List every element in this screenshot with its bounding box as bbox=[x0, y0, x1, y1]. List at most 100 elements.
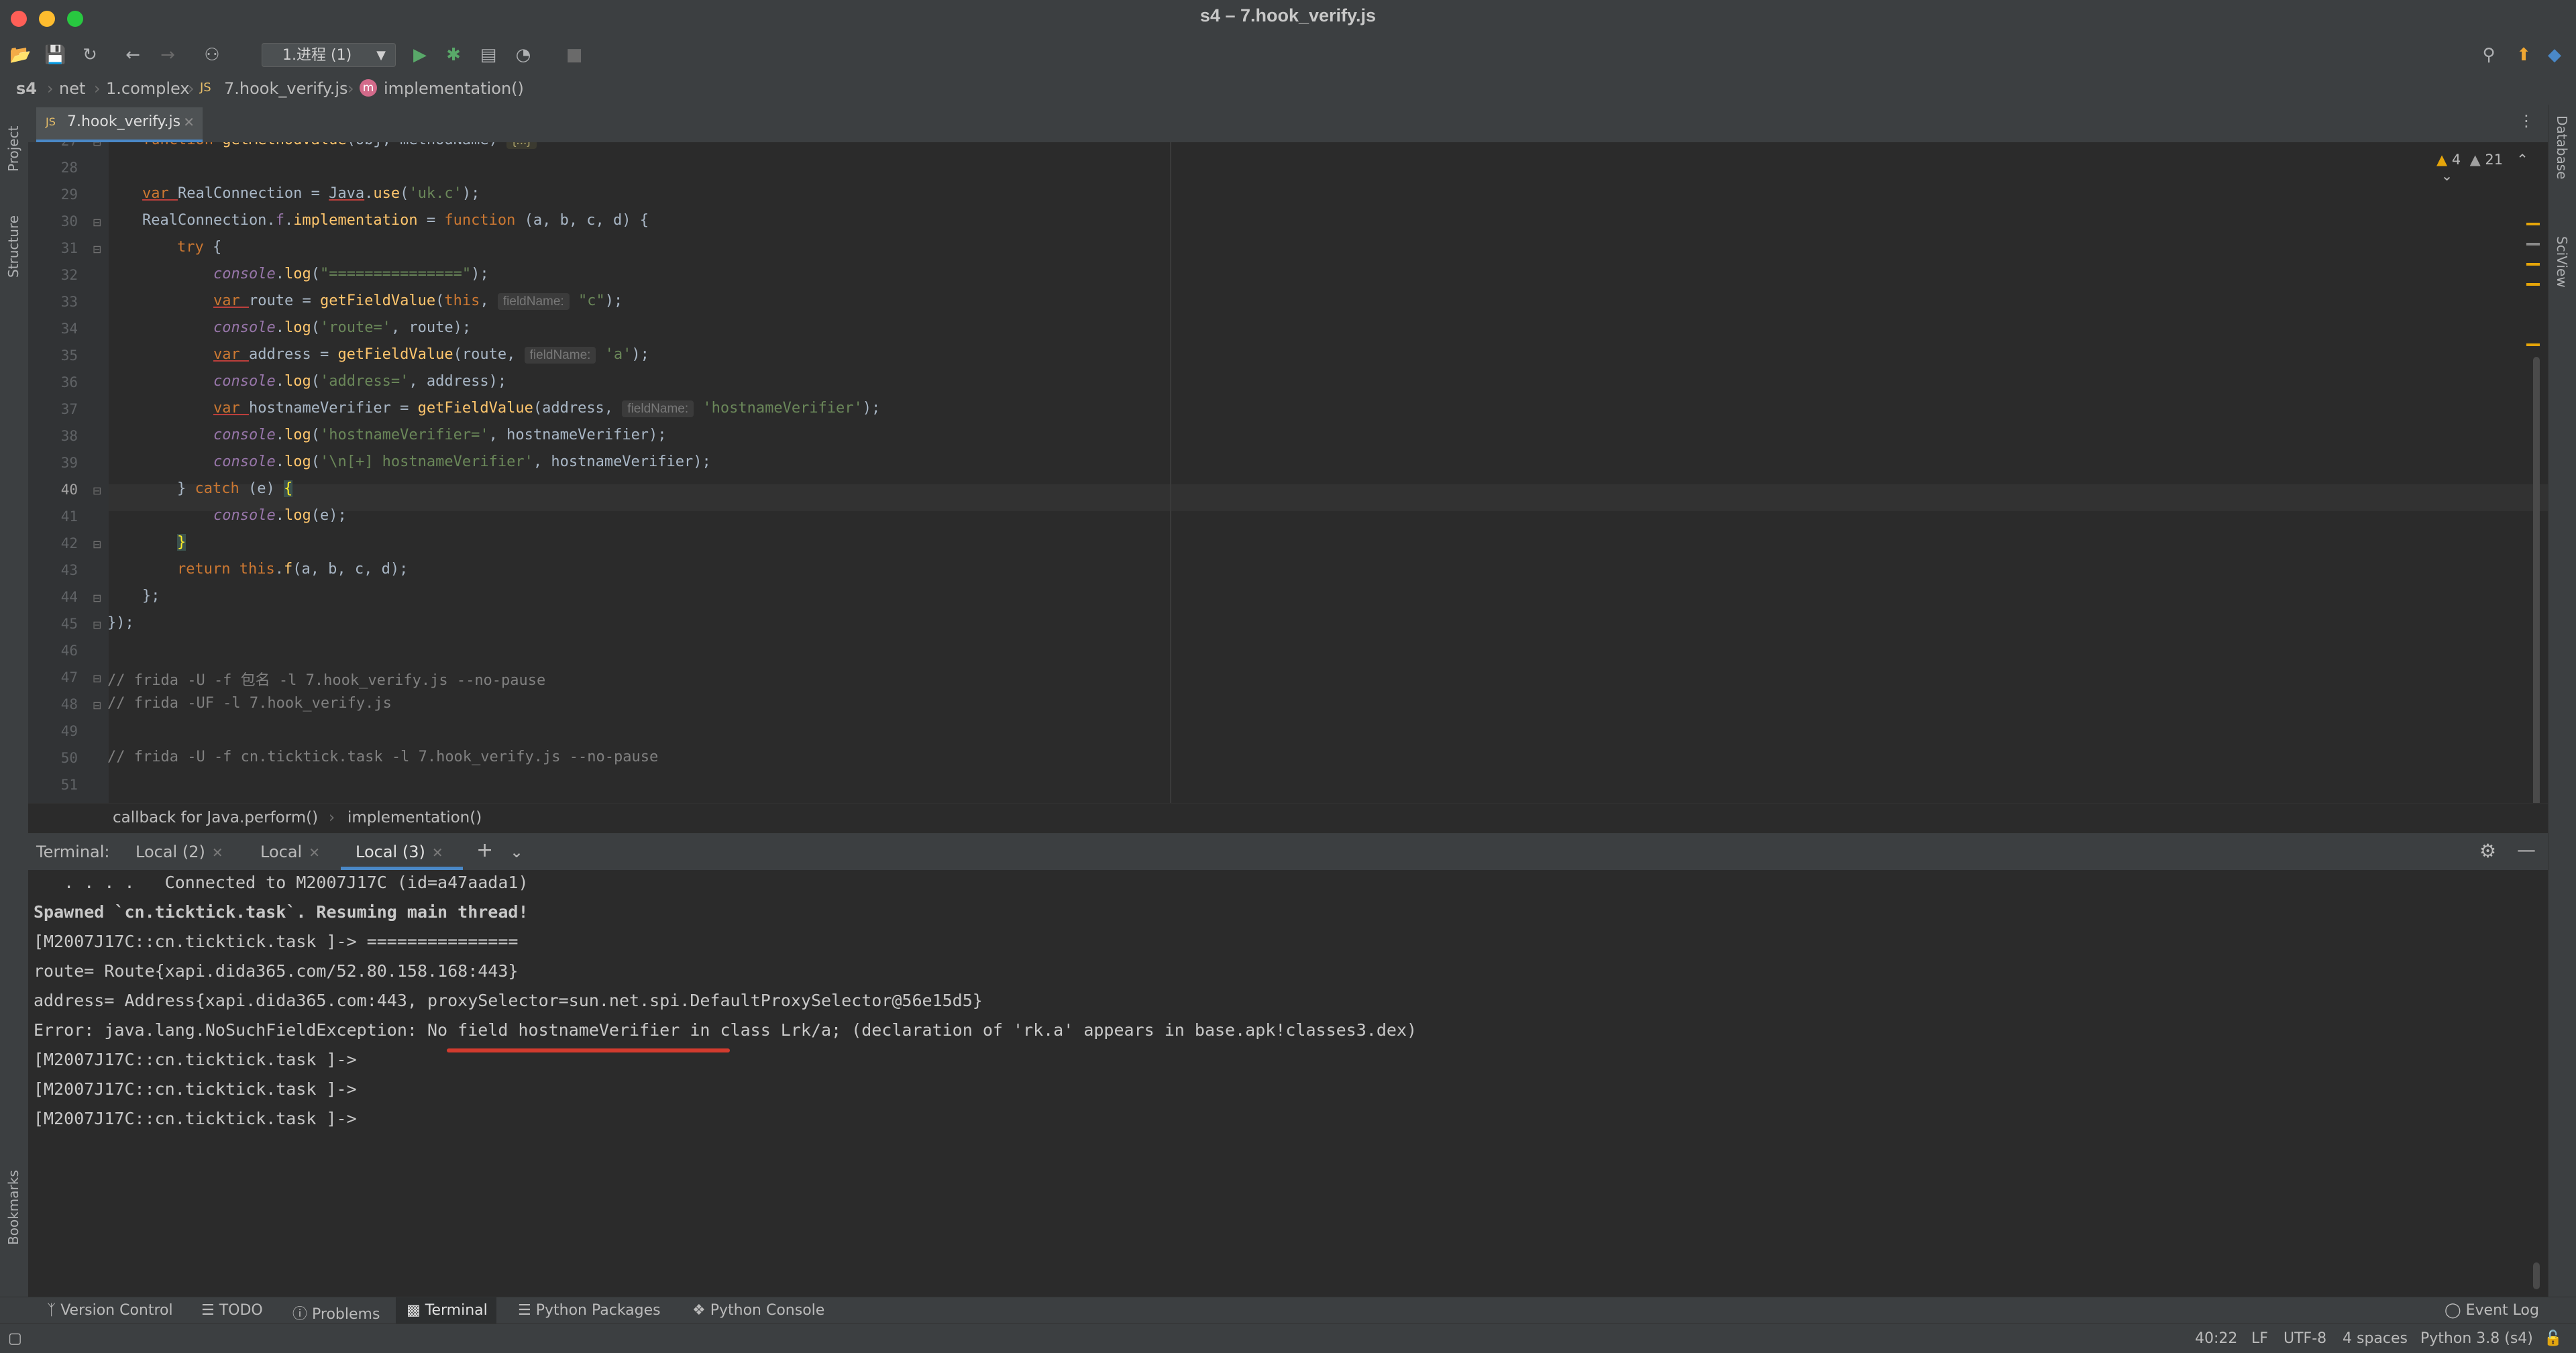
breadcrumb-project[interactable]: s4 bbox=[16, 79, 37, 98]
tool-window-label: Terminal bbox=[425, 1302, 488, 1319]
right-margin-guide bbox=[1170, 142, 1171, 803]
open-folder-icon[interactable]: 📂 bbox=[9, 44, 31, 66]
profile-icon[interactable]: ◔ bbox=[513, 44, 534, 66]
line-number: 27 bbox=[28, 142, 78, 149]
breadcrumb-folder-net[interactable]: net bbox=[59, 79, 85, 98]
tool-window-problems[interactable]: ⓘ Problems bbox=[292, 1302, 380, 1323]
error-stripe-mark[interactable] bbox=[2526, 343, 2540, 346]
bookmarks-panel-toggle[interactable]: Bookmarks bbox=[5, 1170, 21, 1245]
tool-window-version-control[interactable]: ᛉ Version Control bbox=[47, 1302, 173, 1319]
line-number: 44 bbox=[60, 589, 78, 605]
file-encoding[interactable]: UTF-8 bbox=[2284, 1330, 2326, 1347]
lock-icon[interactable]: 🔓 bbox=[2544, 1330, 2562, 1347]
chevron-down-icon[interactable]: ⌄ bbox=[2441, 168, 2453, 184]
error-stripe-mark[interactable] bbox=[2526, 283, 2540, 286]
sync-icon[interactable]: ↻ bbox=[79, 44, 101, 66]
fold-marker-icon[interactable]: ⊟ bbox=[93, 618, 101, 631]
indent-setting[interactable]: 4 spaces bbox=[2343, 1330, 2408, 1347]
tool-window-terminal[interactable]: ▩ Terminal bbox=[407, 1302, 488, 1319]
breadcrumb-folder-complex[interactable]: 1.complex bbox=[106, 79, 190, 98]
terminal-tab-local-2[interactable]: Local (2) ✕ bbox=[136, 843, 223, 861]
error-stripe-mark[interactable] bbox=[2526, 263, 2540, 266]
fold-marker-icon[interactable]: ⊟ bbox=[93, 538, 101, 551]
line-number: 31 bbox=[60, 240, 78, 256]
code-editor[interactable]: ▲ 4 ▲ 21 ⌃ ⌄ 27 28 29 30 31 32 33 34 35 … bbox=[28, 142, 2548, 803]
fold-marker-icon[interactable]: ⊟ bbox=[93, 216, 101, 229]
database-panel-toggle[interactable]: Database bbox=[2554, 115, 2570, 179]
fold-marker-icon[interactable]: ⊟ bbox=[93, 142, 101, 148]
close-icon[interactable]: ✕ bbox=[432, 845, 443, 861]
terminal-scrollbar[interactable] bbox=[2533, 1262, 2540, 1289]
run-configuration-select[interactable]: 1.进程 (1) ▼ bbox=[262, 43, 396, 67]
sciview-panel-toggle[interactable]: SciView bbox=[2554, 236, 2570, 288]
terminal-output[interactable]: . . . . Connected to M2007J17C (id=a47aa… bbox=[28, 870, 2548, 1297]
line-number: 37 bbox=[60, 401, 78, 417]
chevron-up-icon[interactable]: ⌃ bbox=[2516, 152, 2528, 168]
parameter-hint: fieldName: bbox=[497, 293, 570, 310]
coverage-icon[interactable]: ▤ bbox=[478, 44, 499, 66]
vcs-user-icon[interactable]: ⚇ bbox=[201, 44, 223, 66]
tab-label: Local (3) bbox=[356, 843, 425, 861]
close-icon[interactable]: ✕ bbox=[212, 845, 223, 861]
tool-window-label: Version Control bbox=[60, 1302, 173, 1319]
terminal-line: [M2007J17C::cn.ticktick.task ]-> bbox=[34, 1109, 357, 1128]
editor-tab-hook-verify[interactable]: JS 7.hook_verify.js ✕ bbox=[36, 107, 203, 142]
line-separator[interactable]: LF bbox=[2251, 1330, 2268, 1347]
more-tabs-icon[interactable]: ⋮ bbox=[2518, 111, 2534, 130]
line-number: 29 bbox=[60, 186, 78, 203]
right-tool-strip: Database SciView bbox=[2548, 105, 2576, 1312]
close-icon[interactable]: ✕ bbox=[183, 107, 195, 137]
editor-scrollbar[interactable] bbox=[2533, 357, 2540, 803]
project-panel-toggle[interactable]: Project bbox=[5, 126, 21, 172]
fold-marker-icon[interactable]: ⊟ bbox=[93, 243, 101, 256]
terminal-header: Terminal: Local (2) ✕ Local ✕ Local (3) ✕ +… bbox=[28, 832, 2548, 871]
status-bar: ▢ 40:22 LF UTF-8 4 spaces Python 3.8 (s4… bbox=[0, 1323, 2576, 1353]
panel-toggle-icon[interactable]: ▢ bbox=[8, 1330, 22, 1347]
caret-position[interactable]: 40:22 bbox=[2195, 1330, 2237, 1347]
fold-marker-icon[interactable]: ⊟ bbox=[93, 672, 101, 685]
gear-icon[interactable]: ⚙ bbox=[2479, 840, 2496, 862]
error-stripe-mark[interactable] bbox=[2526, 223, 2540, 225]
plugin-icon[interactable]: ◆ bbox=[2544, 44, 2565, 66]
tool-window-python-packages[interactable]: ☰ Python Packages bbox=[518, 1302, 661, 1319]
fold-marker-icon[interactable]: ⊟ bbox=[93, 592, 101, 604]
search-icon[interactable]: ⚲ bbox=[2478, 44, 2500, 66]
fold-marker-icon[interactable]: ⊟ bbox=[93, 484, 101, 497]
inspection-widget[interactable]: ▲ 4 ▲ 21 ⌃ ⌄ bbox=[2436, 152, 2548, 184]
python-interpreter[interactable]: Python 3.8 (s4) bbox=[2420, 1330, 2533, 1347]
error-highlight-underline bbox=[447, 1048, 730, 1052]
forward-arrow-icon[interactable]: → bbox=[157, 44, 178, 66]
fold-marker-icon[interactable]: ⊟ bbox=[93, 699, 101, 712]
stop-icon[interactable]: ■ bbox=[564, 44, 585, 66]
terminal-tab-local[interactable]: Local ✕ bbox=[260, 843, 320, 861]
event-log-button[interactable]: ◯ Event Log bbox=[2445, 1302, 2539, 1319]
terminal-tab-local-3[interactable]: Local (3) ✕ bbox=[356, 843, 443, 861]
chevron-down-icon[interactable]: ⌄ bbox=[510, 843, 523, 861]
breadcrumb-separator: › bbox=[94, 79, 101, 98]
editor-breadcrumb-callback[interactable]: callback for Java.perform() bbox=[113, 809, 318, 826]
terminal-line: [M2007J17C::cn.ticktick.task ]-> =======… bbox=[34, 932, 519, 951]
breadcrumb-file[interactable]: 7.hook_verify.js bbox=[224, 79, 348, 98]
update-icon[interactable]: ⬆ bbox=[2513, 44, 2534, 66]
editor-breadcrumb-method[interactable]: implementation() bbox=[347, 809, 482, 826]
tab-label: 7.hook_verify.js bbox=[67, 113, 181, 130]
minimize-panel-icon[interactable]: — bbox=[2517, 838, 2536, 861]
code-line: console.log("==============="); bbox=[213, 266, 489, 282]
close-icon[interactable]: ✕ bbox=[309, 845, 320, 861]
parameter-hint: fieldName: bbox=[524, 347, 596, 364]
debug-icon[interactable]: ✱ bbox=[443, 44, 464, 66]
tab-label: Local (2) bbox=[136, 843, 205, 861]
tool-window-todo[interactable]: ☰ TODO bbox=[201, 1302, 263, 1319]
chevron-down-icon: ▼ bbox=[376, 48, 386, 62]
back-arrow-icon[interactable]: ← bbox=[122, 44, 144, 66]
tool-window-python-console[interactable]: ❖ Python Console bbox=[692, 1302, 824, 1319]
breadcrumb-method[interactable]: implementation() bbox=[384, 79, 524, 98]
line-number: 49 bbox=[60, 723, 78, 739]
add-terminal-icon[interactable]: + bbox=[476, 838, 493, 862]
line-number: 30 bbox=[60, 213, 78, 229]
code-line: var RealConnection = Java.use('uk.c'); bbox=[142, 185, 480, 202]
structure-panel-toggle[interactable]: Structure bbox=[5, 215, 21, 278]
save-icon[interactable]: 💾 bbox=[44, 44, 66, 66]
error-stripe-mark[interactable] bbox=[2526, 243, 2540, 246]
run-icon[interactable]: ▶ bbox=[409, 44, 431, 66]
